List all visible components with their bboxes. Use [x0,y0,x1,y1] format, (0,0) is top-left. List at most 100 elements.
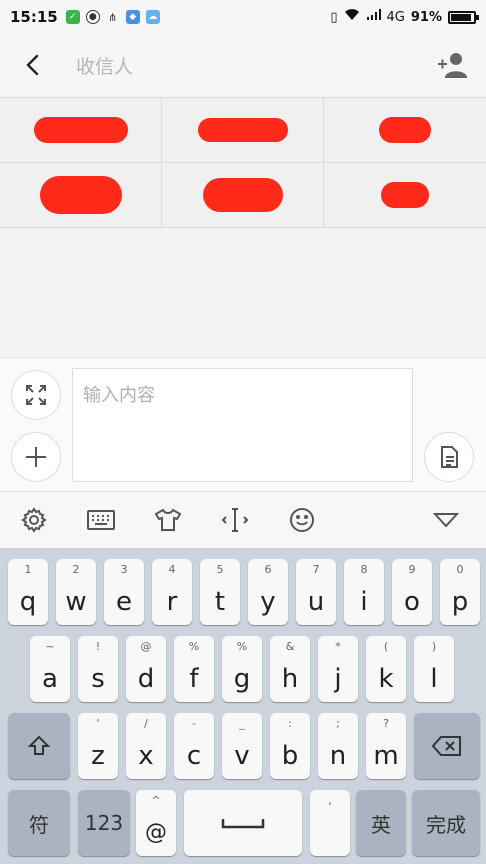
add-contact-icon [438,53,467,78]
redacted-mark [202,178,283,212]
key-k[interactable]: (k [366,636,406,702]
add-attachment-button[interactable] [11,432,61,482]
key-hint: ~ [45,640,55,653]
battery-percent: 91% [410,9,442,25]
language-key[interactable]: 英 [356,790,406,856]
cursor-control-button[interactable] [201,492,268,549]
recipient-cell[interactable] [162,163,324,228]
key-label: g [233,664,251,694]
key-label: y [260,587,276,617]
key-at[interactable]: ^ @ [136,790,176,856]
key-hint: 3 [120,563,128,576]
keyboard: 1q 2w 3e 4r 5t 6y 7u 8i 9o 0p ~ a ! s @ d %… [0,548,486,864]
recipient-cell[interactable] [0,98,162,163]
key-hint: ! [95,640,101,653]
key-o[interactable]: 9o [392,559,432,625]
key-label: l [430,664,438,694]
keyboard-skin-button[interactable] [134,492,201,549]
header: 收信人 [0,34,486,96]
key-hint: ? [383,717,389,730]
key-l[interactable]: ) l [414,636,454,702]
compose-area [0,357,486,491]
key-q[interactable]: 1q [8,559,48,625]
key-label: 完成 [426,812,466,837]
recipient-cell[interactable] [0,163,162,228]
expand-button[interactable] [11,370,61,420]
key-label: 123 [84,811,124,835]
chevron-left-icon [26,54,39,76]
key-b[interactable]: :b [270,713,310,779]
key-z[interactable]: ' z [78,713,118,779]
backspace-key[interactable] [414,713,480,779]
key-u[interactable]: 7u [296,559,336,625]
key-label: a [42,664,58,694]
plus-icon [26,447,46,467]
key-hint: ' [96,717,100,730]
key-t[interactable]: 5t [200,559,240,625]
keyboard-settings-button[interactable] [0,492,67,549]
key-g[interactable]: % g [222,636,262,702]
shift-icon [28,735,50,755]
key-hint: 7 [312,563,320,576]
template-button[interactable] [424,432,474,482]
key-hint: - [192,717,196,730]
keyboard-layout-button[interactable] [67,492,134,549]
back-button[interactable] [0,34,64,96]
add-contact-button[interactable] [436,48,470,82]
symbols-key[interactable]: 符 [8,790,70,856]
key-p[interactable]: 0p [440,559,480,625]
redacted-mark [381,182,429,208]
key-r[interactable]: 4r [152,559,192,625]
key-v[interactable]: _ v [222,713,262,779]
numbers-key[interactable]: 123 [78,790,130,856]
message-input[interactable] [73,369,412,481]
key-label: f [189,664,199,694]
signal-icon [366,9,381,25]
key-hint: & [285,640,295,653]
key-hint: ( [383,640,389,653]
hide-keyboard-button[interactable] [406,492,486,549]
emoji-icon [289,508,314,532]
key-label: s [91,664,105,694]
key-hint: , [328,794,332,807]
emoji-button[interactable] [268,492,335,549]
battery-icon [448,10,479,24]
key-c[interactable]: -c [174,713,214,779]
expand-icon [26,385,46,405]
key-hint: 8 [360,563,368,576]
key-w[interactable]: 2w [56,559,96,625]
space-key[interactable] [184,790,302,856]
key-d[interactable]: @ d [126,636,166,702]
key-y[interactable]: 6y [248,559,288,625]
recipient-input-label[interactable]: 收信人 [76,52,133,79]
key-comma[interactable]: , [310,790,350,856]
key-h[interactable]: & h [270,636,310,702]
key-hint: : [288,717,292,730]
key-x[interactable]: / x [126,713,166,779]
shift-key[interactable] [8,713,70,779]
key-label: h [281,664,299,694]
tshirt-icon [154,508,181,531]
key-i[interactable]: 8i [344,559,384,625]
redacted-mark [197,118,288,142]
key-f[interactable]: % f [174,636,214,702]
key-j[interactable]: * j [318,636,358,702]
key-label: v [234,741,250,771]
key-a[interactable]: ~ a [30,636,70,702]
key-m[interactable]: ? m [366,713,406,779]
key-label: w [65,587,87,617]
recipient-cell[interactable] [324,163,486,228]
key-label: r [166,587,178,617]
recipient-cell[interactable] [324,98,486,163]
done-key[interactable]: 完成 [412,790,480,856]
key-s[interactable]: ! s [78,636,118,702]
key-hint: 9 [408,563,416,576]
key-label: 英 [371,812,391,837]
wechat-icon: ● [85,10,100,24]
key-label: k [378,664,394,694]
key-n[interactable]: ; n [318,713,358,779]
key-label: i [360,587,368,617]
key-hint: _ [239,717,245,730]
key-e[interactable]: 3e [104,559,144,625]
recipient-cell[interactable] [162,98,324,163]
